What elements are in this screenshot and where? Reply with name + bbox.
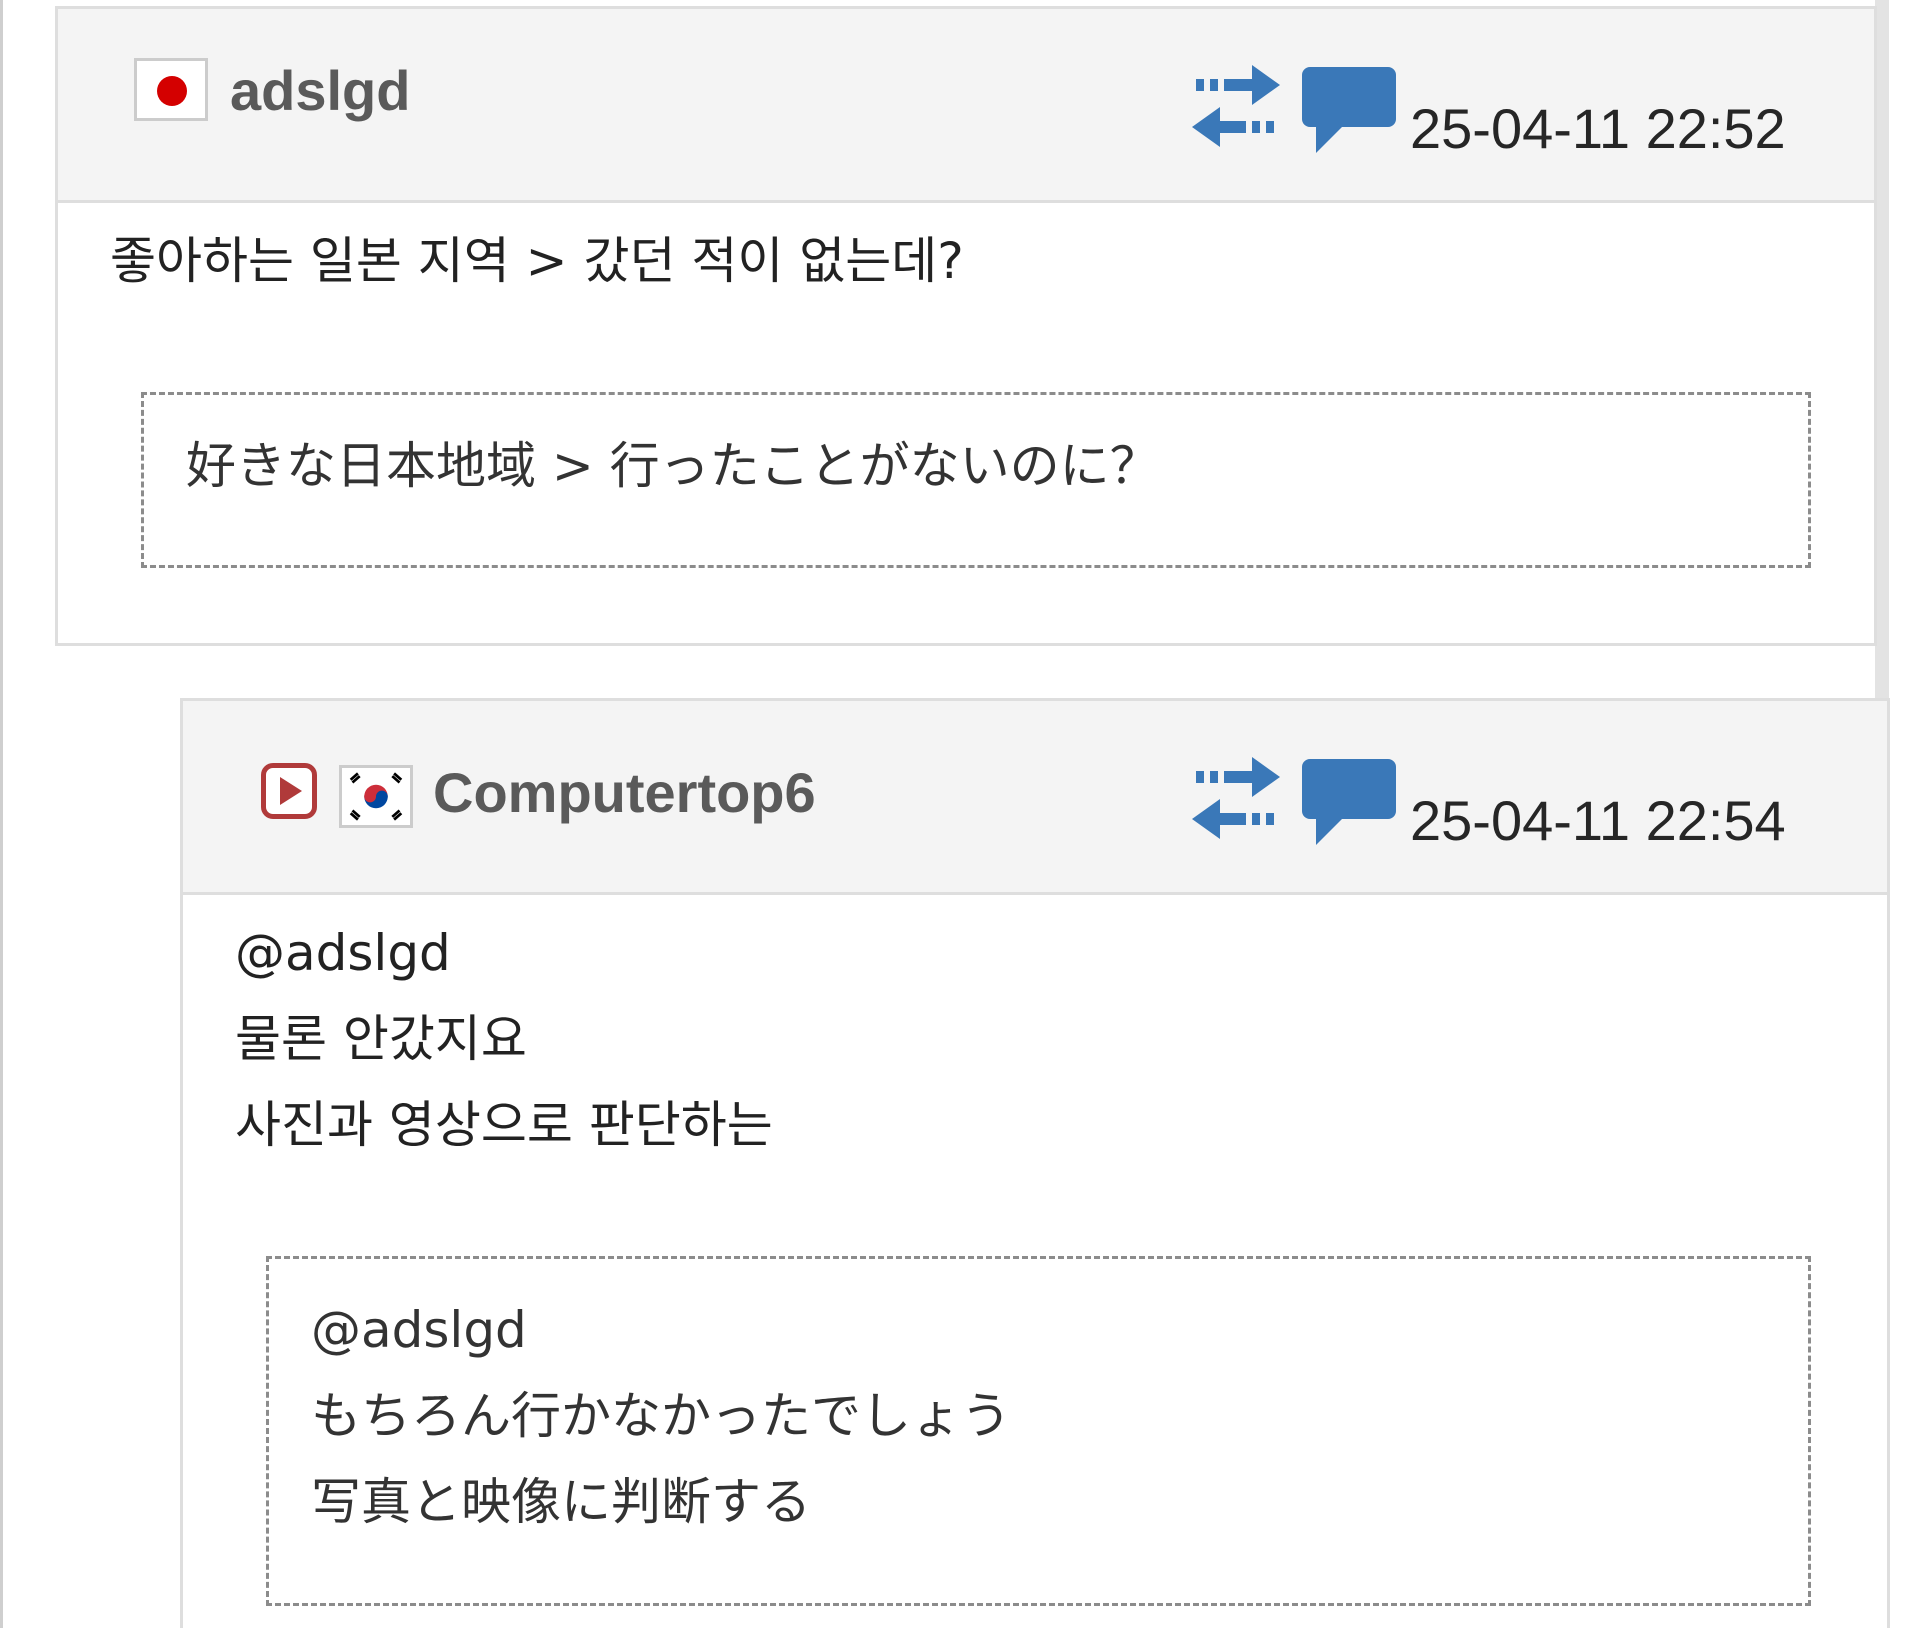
- thread-rail: [0, 0, 3, 1628]
- comment-card: Computertop6 25-04-11 22:54 @adslgd 물론 안…: [180, 698, 1890, 1628]
- comment-author[interactable]: Computertop6: [433, 765, 816, 821]
- translation-text: @adslgd もちろん行かなかったでしょう 写真と映像に判断する: [311, 1287, 1011, 1545]
- video-play-icon[interactable]: [261, 763, 317, 819]
- speech-bubble-icon[interactable]: [1302, 67, 1396, 153]
- flag-sun: [157, 76, 187, 106]
- comment-header: Computertop6 25-04-11 22:54: [183, 701, 1887, 895]
- comment-header: adslgd 25-04-11 22:52: [58, 9, 1874, 203]
- comment-line: 사진과 영상으로 판단하는: [235, 1096, 773, 1154]
- play-triangle-icon: [280, 777, 302, 805]
- translation-line: 写真と映像に判断する: [311, 1473, 811, 1531]
- exchange-arrows-icon[interactable]: [1190, 65, 1282, 147]
- japan-flag-icon: [134, 58, 208, 121]
- comment-thread: adslgd 25-04-11 22:52 좋아하는 일본 지역 > 갔던 적이…: [0, 0, 1920, 1628]
- korea-flag-icon: [339, 765, 413, 828]
- exchange-arrows-icon[interactable]: [1190, 757, 1282, 839]
- comment-line: @adslgd: [235, 924, 451, 982]
- speech-bubble-icon[interactable]: [1302, 759, 1396, 845]
- translation-line: もちろん行かなかったでしょう: [311, 1387, 1011, 1445]
- translation-text: 好きな日本地域 > 行ったことがないのに？: [186, 423, 1160, 509]
- comment-line: 물론 안갔지요: [235, 1010, 527, 1068]
- comment-author[interactable]: adslgd: [230, 63, 410, 119]
- comment-timestamp: 25-04-11 22:52: [1410, 97, 1786, 160]
- translation-box: 好きな日本地域 > 行ったことがないのに？: [141, 392, 1811, 568]
- translation-line: @adslgd: [311, 1301, 527, 1359]
- comment-body: @adslgd 물론 안갔지요 사진과 영상으로 판단하는: [235, 910, 773, 1168]
- translation-line: 好きな日本地域 > 行ったことがないのに？: [186, 437, 1160, 495]
- comment-timestamp: 25-04-11 22:54: [1410, 789, 1786, 852]
- comment-card: adslgd 25-04-11 22:52 좋아하는 일본 지역 > 갔던 적이…: [55, 6, 1877, 646]
- comment-line: 좋아하는 일본 지역 > 갔던 적이 없는데?: [110, 232, 964, 290]
- translation-box: @adslgd もちろん行かなかったでしょう 写真と映像に判断する: [266, 1256, 1811, 1606]
- comment-body: 좋아하는 일본 지역 > 갔던 적이 없는데?: [110, 218, 964, 304]
- scrollbar-thumb[interactable]: [1875, 0, 1889, 740]
